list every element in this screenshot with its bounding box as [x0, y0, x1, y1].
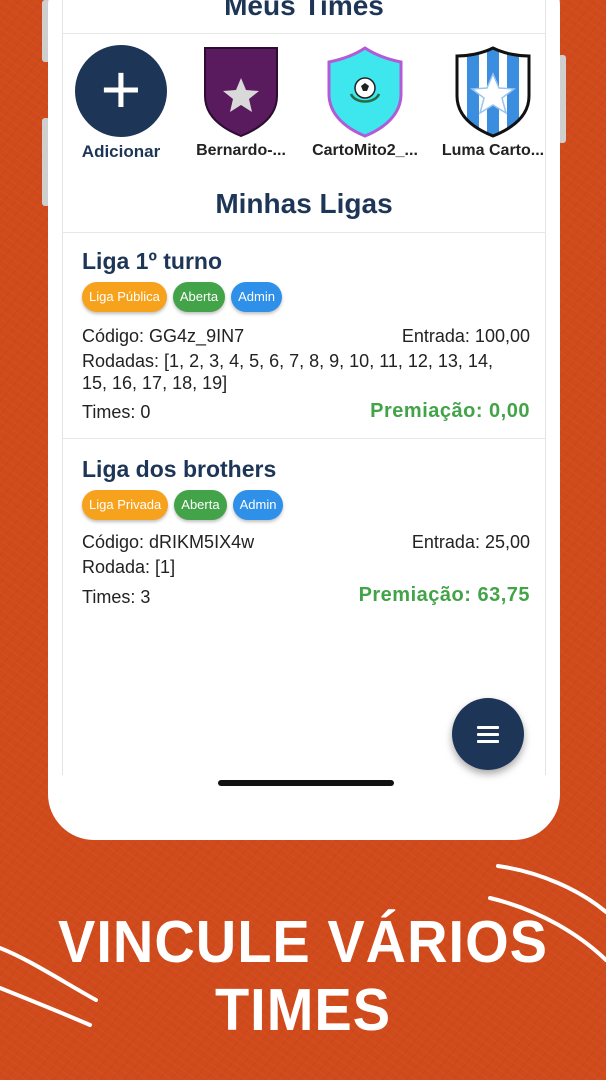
league-rounds: Rodadas: [1, 2, 3, 4, 5, 6, 7, 8, 9, 10,… — [82, 351, 493, 371]
league-entry: Entrada: 25,00 — [411, 532, 530, 552]
teams-section-title: Meus Times — [224, 0, 384, 21]
add-team-label: Adicionar — [81, 142, 161, 161]
league-entry: Entrada: 100,00 — [401, 326, 530, 346]
purple-star-shield-icon — [194, 44, 288, 138]
promo-line-2: TIMES — [214, 976, 392, 1043]
league-badges: Liga Pública Aberta Admin — [82, 282, 282, 312]
team-card[interactable]: Bernardo-... — [182, 44, 300, 160]
leagues-section-title: Minhas Ligas — [215, 188, 393, 219]
league-card[interactable]: Liga 1º turno Liga Pública Aberta Admin … — [62, 232, 546, 438]
role-badge: Admin — [232, 490, 284, 520]
promo-headline: VINCULE VÁRIOS TIMES — [0, 908, 606, 1044]
league-team-count: Times: 3 — [82, 587, 151, 607]
status-badge: Aberta — [172, 282, 226, 312]
league-code: Código: GG4z_9IN7 — [82, 326, 245, 346]
league-rounds-cont: 15, 16, 17, 18, 19] — [82, 373, 228, 393]
plus-icon: + — [75, 45, 167, 137]
league-code: Código: dRIKM5IX4w — [82, 532, 255, 552]
divider — [62, 33, 546, 34]
menu-icon — [477, 725, 499, 743]
team-card[interactable]: CartoMito2_... — [306, 44, 424, 160]
cyan-soccer-ball-shield-icon — [318, 44, 412, 138]
league-card[interactable]: Liga dos brothers Liga Privada Aberta Ad… — [62, 438, 546, 628]
add-team-button[interactable]: + Adicionar — [62, 44, 180, 162]
league-team-count: Times: 0 — [82, 402, 151, 422]
league-name: Liga 1º turno — [82, 248, 223, 274]
league-badges: Liga Privada Aberta Admin — [82, 490, 284, 520]
team-name: CartoMito2_... — [312, 142, 418, 159]
visibility-badge: Liga Privada — [82, 490, 169, 520]
league-name: Liga dos brothers — [82, 456, 277, 482]
promo-line-1: VINCULE VÁRIOS — [57, 908, 549, 975]
status-badge: Aberta — [174, 490, 227, 520]
menu-fab-button[interactable] — [452, 698, 524, 770]
league-prize: Premiação: 63,75 — [358, 584, 530, 606]
team-name: Bernardo-... — [196, 142, 286, 159]
home-indicator — [218, 780, 394, 786]
team-card[interactable]: Luma Carto... — [434, 44, 546, 160]
team-name: Luma Carto... — [441, 142, 545, 159]
league-rounds: Rodada: [1] — [82, 557, 176, 577]
blue-striped-star-shield-icon — [446, 44, 540, 138]
visibility-badge: Liga Pública — [82, 282, 167, 312]
league-prize: Premiação: 0,00 — [370, 400, 530, 422]
app-screen: Meus Times + Adicionar Bernardo-... Cart… — [62, 0, 546, 800]
role-badge: Admin — [231, 282, 282, 312]
